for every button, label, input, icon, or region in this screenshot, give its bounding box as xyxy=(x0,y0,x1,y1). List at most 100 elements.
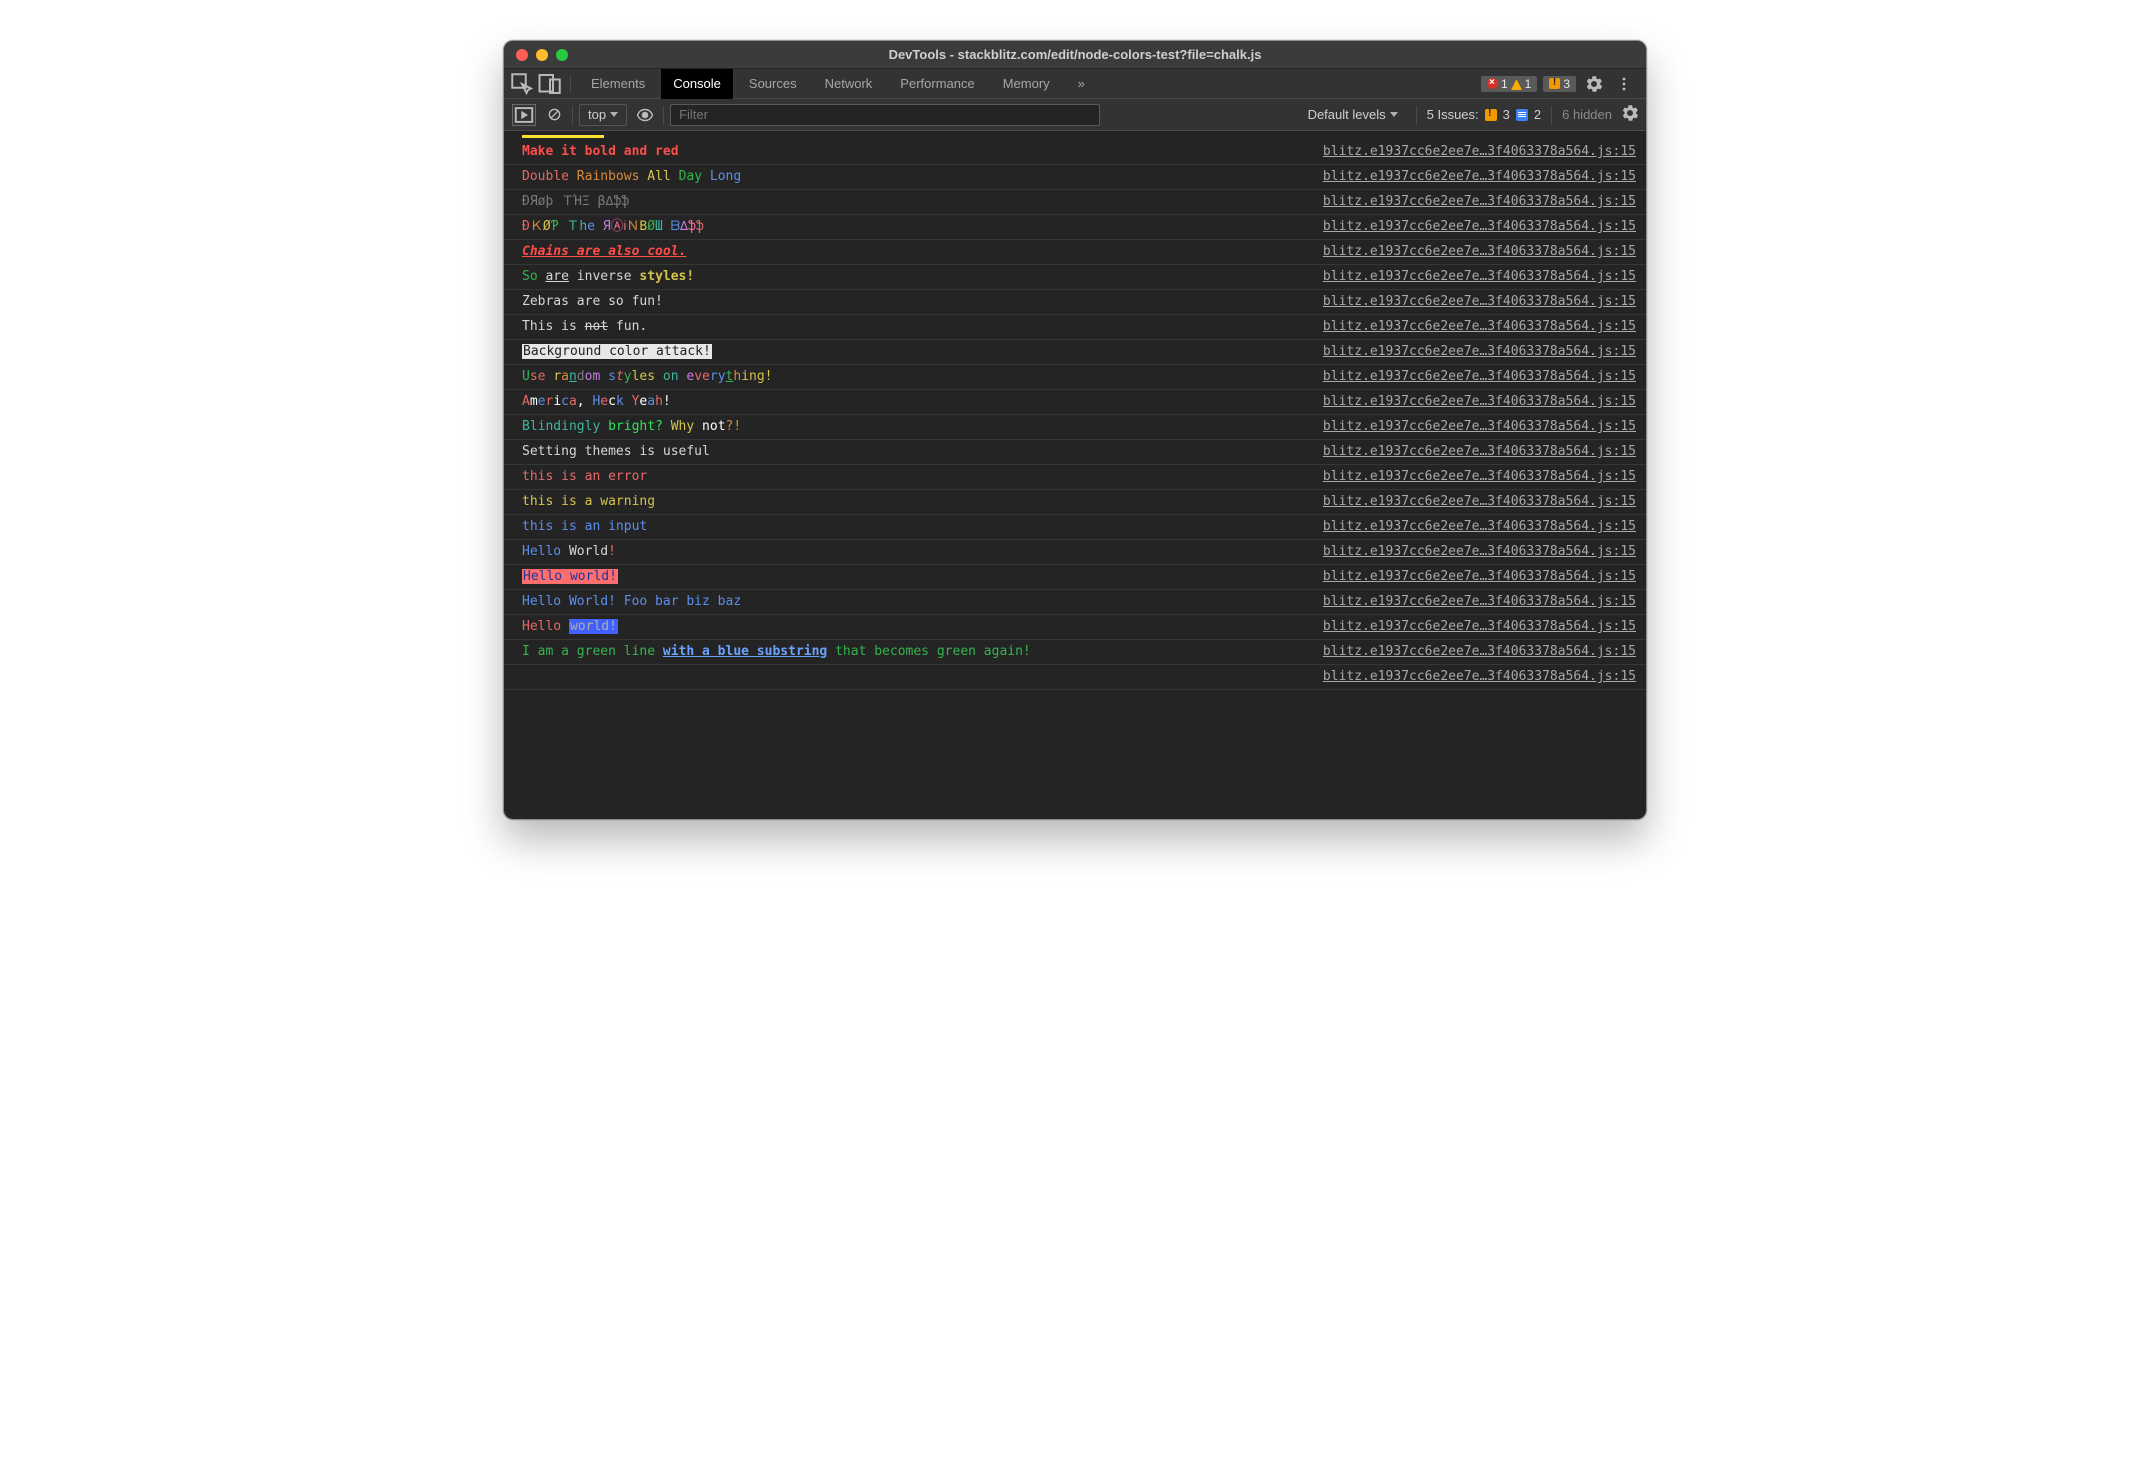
source-link[interactable]: blitz.e1937cc6e2ee7e…3f4063378a564.js:15 xyxy=(1311,168,1636,186)
live-expression-icon[interactable] xyxy=(633,104,657,126)
source-link[interactable]: blitz.e1937cc6e2ee7e…3f4063378a564.js:15 xyxy=(1311,493,1636,511)
console-message-is-error: this is an error xyxy=(522,468,1311,486)
separator xyxy=(663,106,664,124)
source-link[interactable]: blitz.e1937cc6e2ee7e…3f4063378a564.js:15 xyxy=(1311,293,1636,311)
console-row[interactable]: Hello World! Foo bar biz bazblitz.e1937c… xyxy=(504,590,1646,615)
console-row[interactable]: I am a green line with a blue substring … xyxy=(504,640,1646,665)
source-link[interactable]: blitz.e1937cc6e2ee7e…3f4063378a564.js:15 xyxy=(1311,468,1636,486)
error-count-badge[interactable]: 1 1 xyxy=(1481,76,1537,92)
devtools-window: DevTools - stackblitz.com/edit/node-colo… xyxy=(503,40,1647,820)
console-row[interactable]: This is not fun.blitz.e1937cc6e2ee7e…3f4… xyxy=(504,315,1646,340)
source-link[interactable]: blitz.e1937cc6e2ee7e…3f4063378a564.js:15 xyxy=(1311,418,1636,436)
console-row[interactable]: Zebras are so fun!blitz.e1937cc6e2ee7e…3… xyxy=(504,290,1646,315)
console-message-hello-bgblue: Hello world! xyxy=(522,618,1311,636)
minimize-window-button[interactable] xyxy=(536,49,548,61)
issues-summary[interactable]: 5 Issues: 3 2 xyxy=(1427,107,1542,122)
tab-sources[interactable]: Sources xyxy=(737,69,809,99)
console-output[interactable]: Make it bold and redblitz.e1937cc6e2ee7e… xyxy=(504,131,1646,819)
console-message-trailing xyxy=(522,668,1311,686)
source-link[interactable]: blitz.e1937cc6e2ee7e…3f4063378a564.js:15 xyxy=(1311,393,1636,411)
close-window-button[interactable] xyxy=(516,49,528,61)
source-link[interactable]: blitz.e1937cc6e2ee7e…3f4063378a564.js:15 xyxy=(1311,518,1636,536)
tab-console[interactable]: Console xyxy=(661,69,733,99)
chevron-down-icon xyxy=(1390,112,1398,117)
prev-output-marker xyxy=(522,135,604,138)
filter-input[interactable] xyxy=(670,104,1100,126)
context-selector[interactable]: top xyxy=(579,104,627,126)
console-message-is-input: this is an input xyxy=(522,518,1311,536)
console-message-themes: Setting themes is useful xyxy=(522,443,1311,461)
console-row[interactable]: Double Rainbows All Day Longblitz.e1937c… xyxy=(504,165,1646,190)
tab-memory[interactable]: Memory xyxy=(991,69,1062,99)
console-row[interactable]: this is an errorblitz.e1937cc6e2ee7e…3f4… xyxy=(504,465,1646,490)
maximize-window-button[interactable] xyxy=(556,49,568,61)
more-menu-icon[interactable] xyxy=(1612,72,1636,96)
traffic-lights xyxy=(504,49,568,61)
issues-badge[interactable]: 3 xyxy=(1543,76,1576,92)
element-picker-icon[interactable] xyxy=(510,72,534,96)
console-row[interactable]: this is a warningblitz.e1937cc6e2ee7e…3f… xyxy=(504,490,1646,515)
console-row[interactable]: Hello World!blitz.e1937cc6e2ee7e…3f40633… xyxy=(504,540,1646,565)
console-message-hello-foo: Hello World! Foo bar biz baz xyxy=(522,593,1311,611)
source-link[interactable]: blitz.e1937cc6e2ee7e…3f4063378a564.js:15 xyxy=(1311,543,1636,561)
log-levels-selector[interactable]: Default levels xyxy=(1300,104,1406,126)
console-message-zebras: Zebras are so fun! xyxy=(522,293,1311,311)
settings-gear-icon[interactable] xyxy=(1582,72,1606,96)
source-link[interactable]: blitz.e1937cc6e2ee7e…3f4063378a564.js:15 xyxy=(1311,568,1636,586)
console-message-blinding: Blindingly bright? Why not?! xyxy=(522,418,1311,436)
console-row[interactable]: Hello world!blitz.e1937cc6e2ee7e…3f40633… xyxy=(504,615,1646,640)
chevron-down-icon xyxy=(610,112,618,117)
clear-console-button[interactable] xyxy=(542,104,566,126)
source-link[interactable]: blitz.e1937cc6e2ee7e…3f4063378a564.js:15 xyxy=(1311,218,1636,236)
console-row[interactable]: Chains are also cool.blitz.e1937cc6e2ee7… xyxy=(504,240,1646,265)
issue-icon xyxy=(1549,78,1560,89)
console-row[interactable]: Make it bold and redblitz.e1937cc6e2ee7e… xyxy=(504,140,1646,165)
console-row[interactable]: So are inverse styles!blitz.e1937cc6e2ee… xyxy=(504,265,1646,290)
console-message-america: America, Heck Yeah! xyxy=(522,393,1311,411)
console-message-chains-cool: Chains are also cool. xyxy=(522,243,1311,261)
console-row[interactable]: ÐＫØƤ Ｔhe ЯⒶᎥＮΒØШ ᗷ∆ֆֆblitz.e1937cc6e2ee7… xyxy=(504,215,1646,240)
console-row[interactable]: Use random styles on everything!blitz.e1… xyxy=(504,365,1646,390)
source-link[interactable]: blitz.e1937cc6e2ee7e…3f4063378a564.js:15 xyxy=(1311,268,1636,286)
source-link[interactable]: blitz.e1937cc6e2ee7e…3f4063378a564.js:15 xyxy=(1311,343,1636,361)
console-row[interactable]: America, Heck Yeah!blitz.e1937cc6e2ee7e…… xyxy=(504,390,1646,415)
console-row[interactable]: Blindingly bright? Why not?!blitz.e1937c… xyxy=(504,415,1646,440)
window-title: DevTools - stackblitz.com/edit/node-colo… xyxy=(504,47,1646,62)
source-link[interactable]: blitz.e1937cc6e2ee7e…3f4063378a564.js:15 xyxy=(1311,443,1636,461)
separator xyxy=(570,75,571,93)
source-link[interactable]: blitz.e1937cc6e2ee7e…3f4063378a564.js:15 xyxy=(1311,668,1636,686)
console-message-double-rainbows: Double Rainbows All Day Long xyxy=(522,168,1311,186)
console-row[interactable]: this is an inputblitz.e1937cc6e2ee7e…3f4… xyxy=(504,515,1646,540)
source-link[interactable]: blitz.e1937cc6e2ee7e…3f4063378a564.js:15 xyxy=(1311,193,1636,211)
source-link[interactable]: blitz.e1937cc6e2ee7e…3f4063378a564.js:15 xyxy=(1311,318,1636,336)
device-toggle-icon[interactable] xyxy=(538,72,562,96)
console-row[interactable]: Hello world!blitz.e1937cc6e2ee7e…3f40633… xyxy=(504,565,1646,590)
console-settings-gear-icon[interactable] xyxy=(1622,105,1638,124)
source-link[interactable]: blitz.e1937cc6e2ee7e…3f4063378a564.js:15 xyxy=(1311,593,1636,611)
tab-performance[interactable]: Performance xyxy=(888,69,986,99)
console-row[interactable]: ÐЯøþ ＴΉΞ β∆ֆֆblitz.e1937cc6e2ee7e…3f4063… xyxy=(504,190,1646,215)
source-link[interactable]: blitz.e1937cc6e2ee7e…3f4063378a564.js:15 xyxy=(1311,368,1636,386)
source-link[interactable]: blitz.e1937cc6e2ee7e…3f4063378a564.js:15 xyxy=(1311,243,1636,261)
warning-icon xyxy=(1511,79,1522,90)
separator xyxy=(1551,106,1552,124)
console-message-bold-red: Make it bold and red xyxy=(522,143,1311,161)
console-message-hello-bg: Hello world! xyxy=(522,568,1311,586)
console-row[interactable]: blitz.e1937cc6e2ee7e…3f4063378a564.js:15 xyxy=(504,665,1646,690)
comment-icon xyxy=(1516,109,1528,121)
console-message-green-line: I am a green line with a blue substring … xyxy=(522,643,1311,661)
separator xyxy=(1416,106,1417,124)
console-row[interactable]: Setting themes is usefulblitz.e1937cc6e2… xyxy=(504,440,1646,465)
console-message-is-warning: this is a warning xyxy=(522,493,1311,511)
issue-icon xyxy=(1485,109,1497,121)
console-row[interactable]: Background color attack!blitz.e1937cc6e2… xyxy=(504,340,1646,365)
tab-network[interactable]: Network xyxy=(813,69,885,99)
tab-elements[interactable]: Elements xyxy=(579,69,657,99)
console-message-bg-attack: Background color attack! xyxy=(522,343,1311,361)
source-link[interactable]: blitz.e1937cc6e2ee7e…3f4063378a564.js:15 xyxy=(1311,143,1636,161)
source-link[interactable]: blitz.e1937cc6e2ee7e…3f4063378a564.js:15 xyxy=(1311,643,1636,661)
toggle-sidebar-button[interactable] xyxy=(512,104,536,126)
tabs-overflow[interactable]: » xyxy=(1066,69,1097,99)
source-link[interactable]: blitz.e1937cc6e2ee7e…3f4063378a564.js:15 xyxy=(1311,618,1636,636)
hidden-messages-count[interactable]: 6 hidden xyxy=(1562,107,1612,122)
